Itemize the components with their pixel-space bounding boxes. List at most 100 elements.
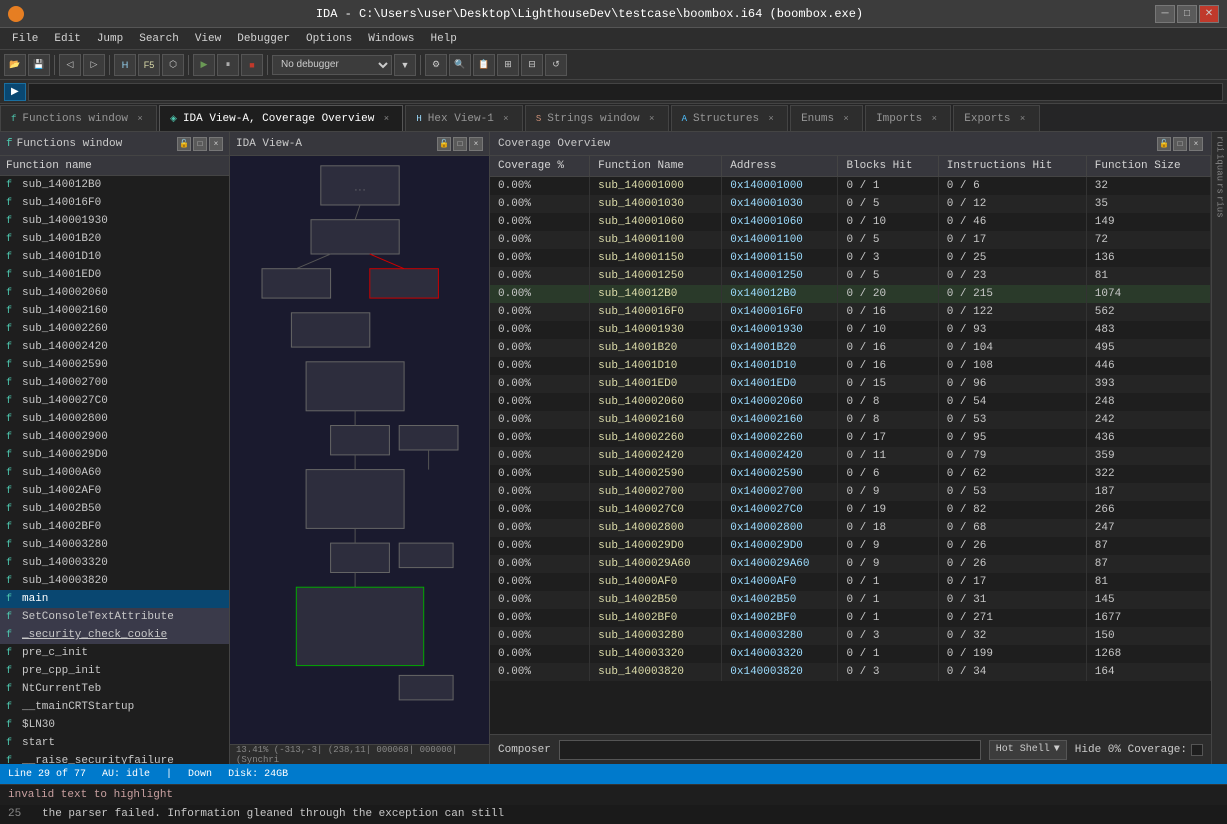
col-blocks-hit[interactable]: Blocks Hit: [838, 156, 938, 177]
tb-extra4[interactable]: ⊞: [497, 54, 519, 76]
tb-extra1[interactable]: ⚙: [425, 54, 447, 76]
menu-windows[interactable]: Windows: [360, 31, 422, 47]
tb-forward-btn[interactable]: ▷: [83, 54, 105, 76]
tab-ida-view[interactable]: ◈ IDA View-A, Coverage Overview ×: [159, 105, 403, 131]
func-item[interactable]: f__raise_securityfailure: [0, 752, 229, 764]
coverage-row[interactable]: 0.00% sub_14002B50 0x14002B50 0 / 1 0 / …: [490, 591, 1211, 609]
tb-graph-btn[interactable]: ⬡: [162, 54, 184, 76]
hide-coverage-checkbox[interactable]: [1191, 744, 1203, 756]
coverage-row[interactable]: 0.00% sub_140002160 0x140002160 0 / 8 0 …: [490, 411, 1211, 429]
menu-view[interactable]: View: [187, 31, 229, 47]
func-item-main[interactable]: fmain: [0, 590, 229, 608]
maximize-button[interactable]: □: [1177, 5, 1197, 23]
coverage-row[interactable]: 0.00% sub_140002260 0x140002260 0 / 17 0…: [490, 429, 1211, 447]
coverage-row[interactable]: 0.00% sub_140001250 0x140001250 0 / 5 0 …: [490, 267, 1211, 285]
tab-hex-view[interactable]: H Hex View-1 ×: [405, 105, 522, 131]
coverage-row[interactable]: 0.00% sub_140003280 0x140003280 0 / 3 0 …: [490, 627, 1211, 645]
func-item[interactable]: fsub_140012B0: [0, 176, 229, 194]
composer-input[interactable]: [559, 740, 981, 760]
func-item[interactable]: f$LN30: [0, 716, 229, 734]
func-item[interactable]: fsub_14000A60: [0, 464, 229, 482]
tab-close-exports[interactable]: ×: [1017, 113, 1029, 125]
ida-view-close-btn[interactable]: ×: [469, 137, 483, 151]
func-item[interactable]: fsub_140002160: [0, 302, 229, 320]
menu-debugger[interactable]: Debugger: [229, 31, 298, 47]
coverage-row[interactable]: 0.00% sub_1400016F0 0x1400016F0 0 / 16 0…: [490, 303, 1211, 321]
coverage-row[interactable]: 0.00% sub_140012B0 0x140012B0 0 / 20 0 /…: [490, 285, 1211, 303]
func-item[interactable]: fsub_14002AF0: [0, 482, 229, 500]
func-item[interactable]: fsub_14001D10: [0, 248, 229, 266]
tb-hex-btn[interactable]: H: [114, 54, 136, 76]
ida-graph-canvas[interactable]: ...: [230, 156, 489, 744]
tb-extra3[interactable]: 📋: [473, 54, 495, 76]
func-item[interactable]: fsub_140003280: [0, 536, 229, 554]
func-item[interactable]: fstart: [0, 734, 229, 752]
tab-close-structures[interactable]: ×: [765, 113, 777, 125]
coverage-row[interactable]: 0.00% sub_1400027C0 0x1400027C0 0 / 19 0…: [490, 501, 1211, 519]
func-item[interactable]: fsub_140002420: [0, 338, 229, 356]
func-item[interactable]: fpre_cpp_init: [0, 662, 229, 680]
tab-close-functions[interactable]: ×: [134, 113, 146, 125]
tb-back-btn[interactable]: ◁: [59, 54, 81, 76]
coverage-row[interactable]: 0.00% sub_140003320 0x140003320 0 / 1 0 …: [490, 645, 1211, 663]
col-address[interactable]: Address: [722, 156, 838, 177]
func-item[interactable]: fpre_c_init: [0, 644, 229, 662]
tab-strings[interactable]: S Strings window ×: [525, 105, 669, 131]
func-item[interactable]: fsub_140002590: [0, 356, 229, 374]
func-item[interactable]: fsub_140002900: [0, 428, 229, 446]
func-item[interactable]: fsub_14001ED0: [0, 266, 229, 284]
func-item[interactable]: fsub_140003820: [0, 572, 229, 590]
coverage-row[interactable]: 0.00% sub_140001060 0x140001060 0 / 10 0…: [490, 213, 1211, 231]
func-item[interactable]: fNtCurrentTeb: [0, 680, 229, 698]
tb-extra2[interactable]: 🔍: [449, 54, 471, 76]
coverage-row[interactable]: 0.00% sub_140001150 0x140001150 0 / 3 0 …: [490, 249, 1211, 267]
func-item[interactable]: fsub_140002260: [0, 320, 229, 338]
func-item-security-check[interactable]: f_security_check_cookie: [0, 626, 229, 644]
coverage-row[interactable]: 0.00% sub_1400029A60 0x1400029A60 0 / 9 …: [490, 555, 1211, 573]
tab-close-strings[interactable]: ×: [646, 113, 658, 125]
col-function-size[interactable]: Function Size: [1086, 156, 1210, 177]
functions-float-btn[interactable]: □: [193, 137, 207, 151]
coverage-row[interactable]: 0.00% sub_1400029D0 0x1400029D0 0 / 9 0 …: [490, 537, 1211, 555]
coverage-row[interactable]: 0.00% sub_140002420 0x140002420 0 / 11 0…: [490, 447, 1211, 465]
func-item[interactable]: fsub_140016F0: [0, 194, 229, 212]
tb-save-btn[interactable]: 💾: [28, 54, 50, 76]
functions-close-btn[interactable]: ×: [209, 137, 223, 151]
tb-run-btn[interactable]: ▶: [193, 54, 215, 76]
tb-pause-btn[interactable]: ⏸: [217, 54, 239, 76]
col-function-name[interactable]: Function Name: [590, 156, 722, 177]
tb-extra5[interactable]: ⊟: [521, 54, 543, 76]
func-item[interactable]: fsub_140001930: [0, 212, 229, 230]
func-item[interactable]: f__tmainCRTStartup: [0, 698, 229, 716]
coverage-row[interactable]: 0.00% sub_14002BF0 0x14002BF0 0 / 1 0 / …: [490, 609, 1211, 627]
tb-debugger-dropdown[interactable]: ▼: [394, 54, 416, 76]
tab-imports[interactable]: Imports ×: [865, 105, 951, 131]
coverage-row[interactable]: 0.00% sub_140001930 0x140001930 0 / 10 0…: [490, 321, 1211, 339]
coverage-row[interactable]: 0.00% sub_14001D10 0x14001D10 0 / 16 0 /…: [490, 357, 1211, 375]
menu-jump[interactable]: Jump: [89, 31, 131, 47]
coverage-row[interactable]: 0.00% sub_140001030 0x140001030 0 / 5 0 …: [490, 195, 1211, 213]
functions-list[interactable]: fsub_140012B0 fsub_140016F0 fsub_1400019…: [0, 176, 229, 764]
func-item-set-console[interactable]: fSetConsoleTextAttribute: [0, 608, 229, 626]
coverage-row[interactable]: 0.00% sub_14001ED0 0x14001ED0 0 / 15 0 /…: [490, 375, 1211, 393]
menu-search[interactable]: Search: [131, 31, 187, 47]
tab-close-imports[interactable]: ×: [928, 113, 940, 125]
ida-view-float-btn[interactable]: □: [453, 137, 467, 151]
tab-close-ida[interactable]: ×: [380, 113, 392, 125]
menu-file[interactable]: File: [4, 31, 46, 47]
coverage-lock-btn[interactable]: 🔓: [1157, 137, 1171, 151]
menu-edit[interactable]: Edit: [46, 31, 88, 47]
col-instructions-hit[interactable]: Instructions Hit: [938, 156, 1086, 177]
functions-lock-btn[interactable]: 🔓: [177, 137, 191, 151]
tab-close-enums[interactable]: ×: [840, 113, 852, 125]
tb-extra6[interactable]: ↺: [545, 54, 567, 76]
menu-options[interactable]: Options: [298, 31, 360, 47]
tab-enums[interactable]: Enums ×: [790, 105, 863, 131]
coverage-row[interactable]: 0.00% sub_14001B20 0x14001B20 0 / 16 0 /…: [490, 339, 1211, 357]
minimize-button[interactable]: ─: [1155, 5, 1175, 23]
func-item[interactable]: fsub_1400029D0: [0, 446, 229, 464]
func-item[interactable]: fsub_140002060: [0, 284, 229, 302]
func-item[interactable]: fsub_14001B20: [0, 230, 229, 248]
coverage-table-container[interactable]: Coverage % Function Name Address Blocks …: [490, 156, 1211, 734]
tb-stop-btn[interactable]: ■: [241, 54, 263, 76]
